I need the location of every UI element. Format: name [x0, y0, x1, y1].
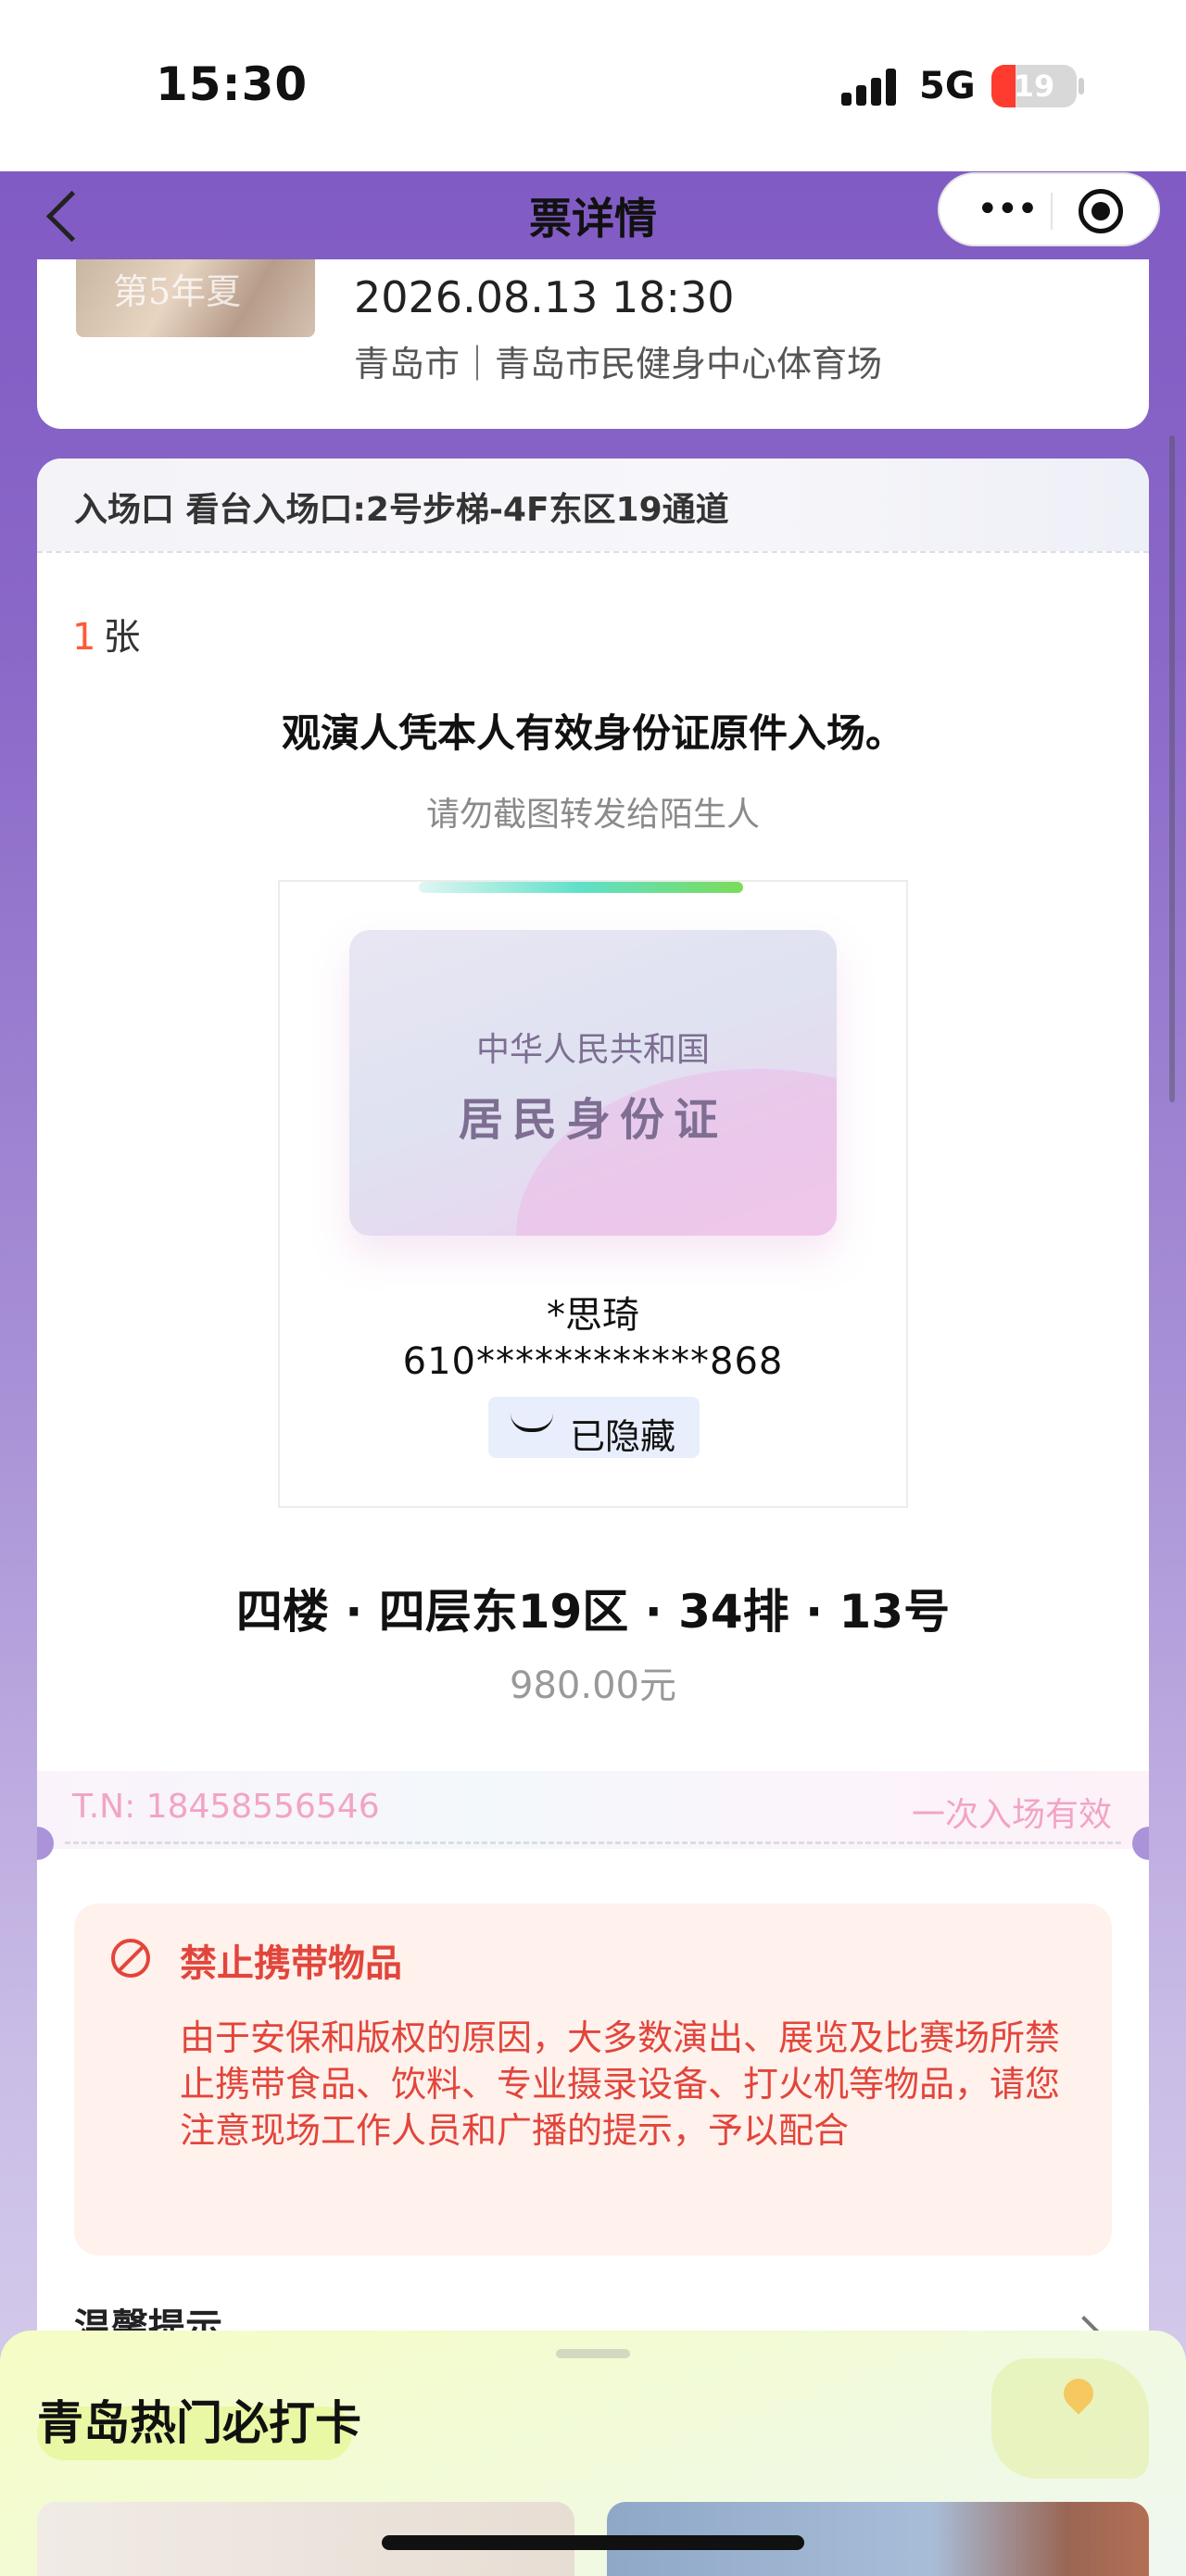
prohibited-icon	[111, 1939, 150, 1978]
capsule-divider	[1051, 193, 1053, 230]
event-location: 青岛市｜青岛市民健身中心体育场	[354, 344, 883, 384]
id-card-type: 居民身份证	[458, 1094, 727, 1146]
hide-toggle-button[interactable]: 已隐藏	[488, 1397, 700, 1458]
battery-level: 19	[1013, 69, 1055, 104]
divider	[65, 1841, 1121, 1844]
entrance-gate: 入场口 看台入场口:2号步梯-4F东区19通道	[74, 491, 729, 529]
ticket-number: T.N: 18458556546	[72, 1788, 380, 1826]
eye-closed-icon	[509, 1414, 555, 1439]
hide-toggle-label: 已隐藏	[570, 1416, 676, 1457]
screenshot-warning: 请勿截图转发给陌生人	[425, 796, 760, 834]
ticket-count-unit: 张	[103, 616, 141, 659]
entry-validity: 一次入场有效	[911, 1796, 1112, 1834]
ticket-count-number: 1	[72, 616, 96, 659]
divider	[37, 551, 1149, 553]
ticket-count: 1张	[72, 607, 140, 660]
scan-bar	[419, 882, 743, 893]
gate-strip: 入场口 看台入场口:2号步梯-4F东区19通道	[37, 459, 1149, 551]
event-datetime: 2026.08.13 18:30	[354, 272, 735, 322]
mini-program-capsule: •••	[938, 172, 1160, 246]
seat-info: 四楼 · 四层东19区 · 34排 · 13号	[235, 1585, 951, 1639]
status-time: 15:30	[156, 57, 309, 111]
entry-notice: 观演人凭本人有效身份证原件入场。	[281, 710, 904, 756]
home-indicator[interactable]	[382, 2535, 804, 2550]
scrollbar[interactable]	[1169, 435, 1175, 1102]
holder-id-number: 610************868	[402, 1340, 784, 1383]
id-card-country: 中华人民共和国	[475, 1031, 710, 1069]
id-card-graphic: 中华人民共和国 居民身份证	[349, 930, 837, 1236]
ticket-card: 入场口 看台入场口:2号步梯-4F东区19通道 1张 观演人凭本人有效身份证原件…	[37, 459, 1149, 2576]
map-decoration	[991, 2358, 1149, 2479]
status-bar: 15:30 5G 19 票详情 •••	[0, 0, 1186, 246]
signal-icon	[841, 69, 902, 106]
battery-icon: 19	[991, 65, 1077, 107]
poster-text: 第5年夏	[113, 271, 242, 312]
sheet-title: 青岛热门必打卡	[37, 2396, 361, 2450]
close-target-icon[interactable]	[1079, 189, 1123, 233]
more-icon[interactable]: •••	[977, 191, 1039, 230]
event-card[interactable]: 第5年夏 2026.08.13 18:30 青岛市｜青岛市民健身中心体育场	[37, 259, 1149, 429]
network-type: 5G	[919, 65, 976, 107]
prohibited-items-notice: 禁止携带物品 由于安保和版权的原因，大多数演出、展览及比赛场所禁止携带食品、饮料…	[74, 1904, 1112, 2256]
sheet-drag-handle[interactable]	[556, 2349, 630, 2358]
prohibited-body: 由于安保和版权的原因，大多数演出、展览及比赛场所禁止携带食品、饮料、专业摄录设备…	[180, 2017, 1061, 2151]
holder-name: *思琦	[547, 1294, 639, 1337]
ticket-price: 980.00元	[510, 1665, 676, 1707]
event-poster[interactable]: 第5年夏	[76, 259, 315, 337]
prohibited-title: 禁止携带物品	[180, 1942, 402, 1985]
id-verification-box: 中华人民共和国 居民身份证 *思琦 610************868 已隐藏	[278, 880, 908, 1508]
battery-tip	[1079, 78, 1084, 94]
ticket-number-strip: T.N: 18458556546 一次入场有效	[37, 1771, 1149, 1849]
